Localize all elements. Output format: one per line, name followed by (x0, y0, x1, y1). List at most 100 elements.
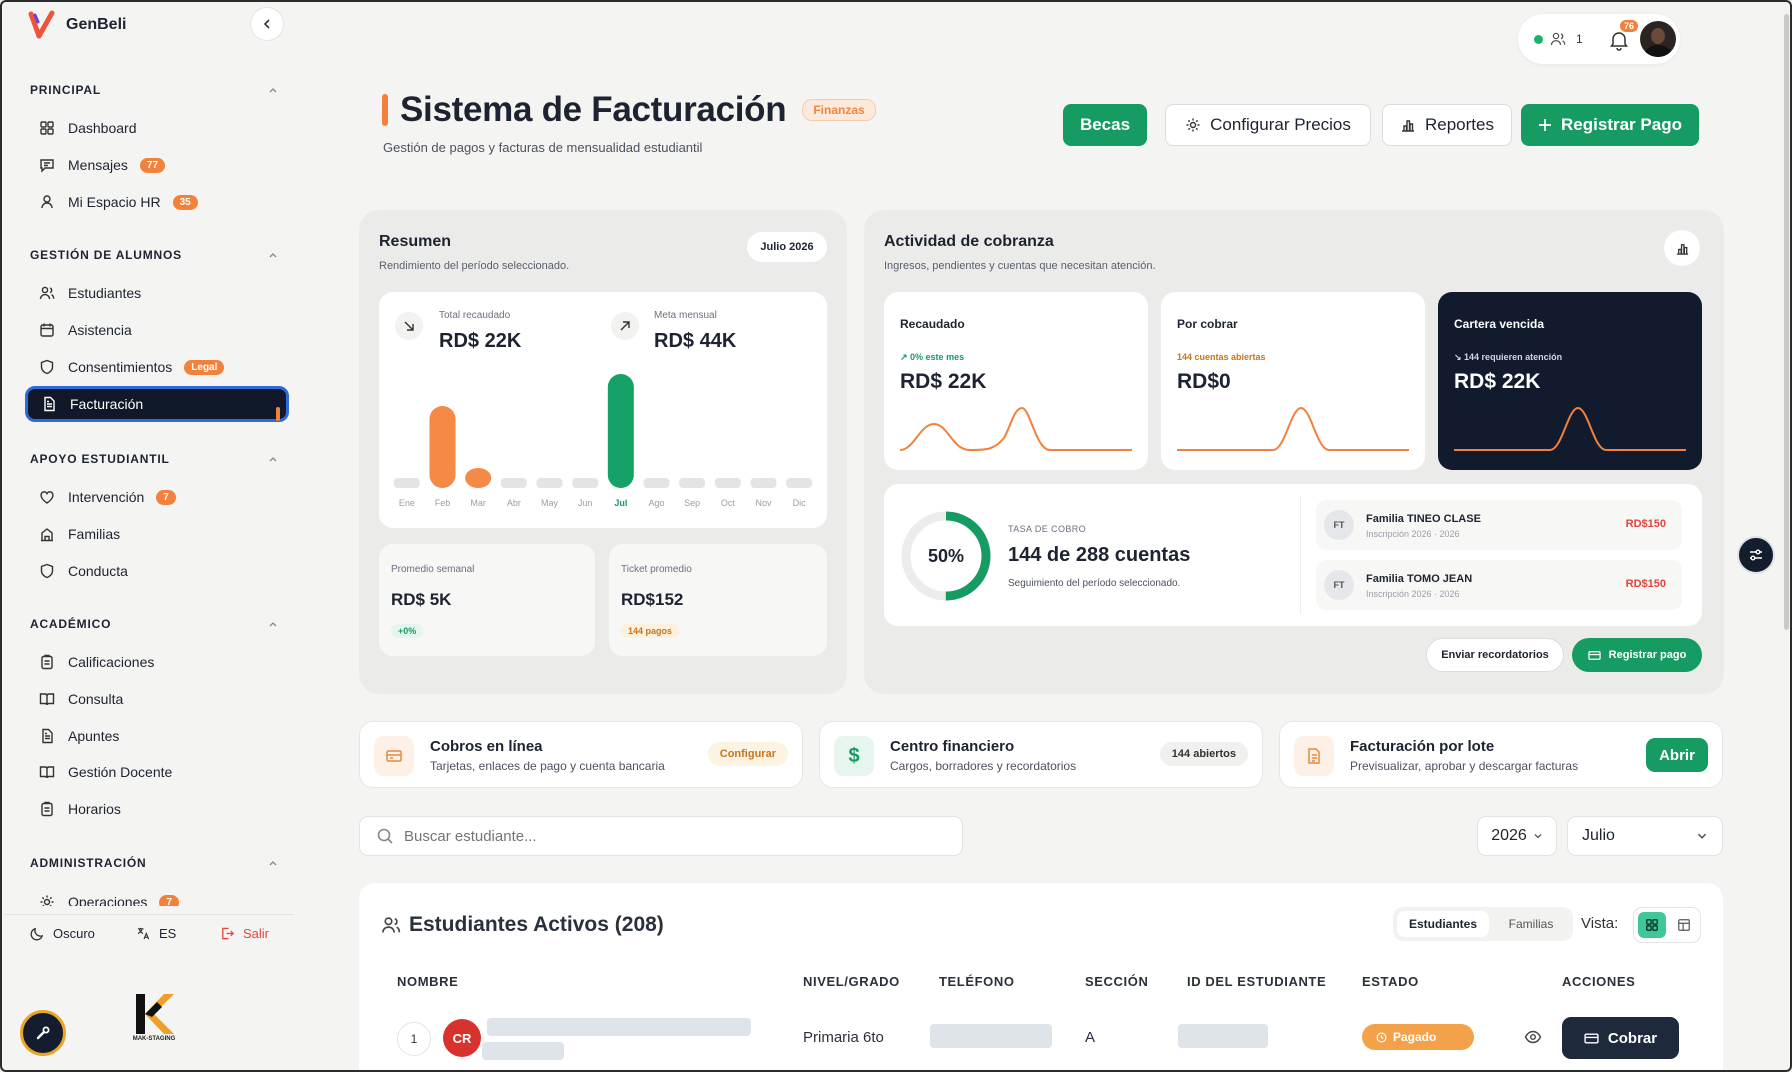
tab-estudiantes[interactable]: Estudiantes (1397, 911, 1489, 937)
cobrar-button[interactable]: Cobrar (1562, 1017, 1679, 1059)
enviar-recordatorios-button[interactable]: Enviar recordatorios (1426, 638, 1564, 672)
row-index: 1 (397, 1022, 431, 1056)
column-header-id[interactable]: ID DEL ESTUDIANTE (1187, 974, 1326, 989)
notifications-button[interactable]: 76 (1608, 20, 1639, 52)
chevron-up-icon (269, 88, 277, 93)
bar-jul[interactable] (607, 374, 634, 488)
avatar[interactable] (1640, 21, 1676, 57)
sidebar-item-gestion-docente[interactable]: Gestión Docente (30, 756, 280, 788)
bar-jun[interactable] (572, 478, 599, 488)
eye-icon (1524, 1030, 1542, 1044)
building-icon (38, 525, 56, 543)
section-principal[interactable]: PRINCIPAL (30, 80, 278, 100)
section-apoyo-estudiantil[interactable]: APOYO ESTUDIANTIL (30, 449, 278, 469)
grid-view-button[interactable] (1638, 912, 1666, 938)
sidebar-item-label: Mensajes (68, 157, 128, 173)
section-academico[interactable]: ACADÉMICO (30, 614, 278, 634)
message-icon (38, 156, 56, 174)
language-toggle[interactable]: ES (136, 926, 176, 941)
sidebar-item-conducta[interactable]: Conducta (30, 555, 280, 587)
count-badge: 77 (139, 157, 166, 173)
bar-nov[interactable] (750, 478, 777, 488)
online-dot (1534, 35, 1543, 44)
dev-tools-button[interactable] (20, 1010, 66, 1056)
table-view-button[interactable] (1670, 912, 1698, 938)
floating-filter-button[interactable] (1737, 536, 1775, 574)
bar-ago[interactable] (643, 478, 670, 488)
sidebar-item-estudiantes[interactable]: Estudiantes (30, 277, 280, 309)
configurar-button[interactable]: Configurar (707, 742, 788, 766)
sidebar-item-horarios[interactable]: Horarios (30, 793, 280, 825)
bar-sep[interactable] (679, 478, 706, 488)
sidebar-item-consulta[interactable]: Consulta (30, 683, 280, 715)
abrir-button[interactable]: Abrir (1646, 738, 1708, 772)
sliders-icon (1750, 549, 1762, 561)
calendar-icon (38, 321, 56, 339)
grid-icon (1646, 919, 1658, 931)
plus-icon (1539, 119, 1552, 131)
section-gestion-alumnos[interactable]: GESTIÓN DE ALUMNOS (30, 245, 278, 265)
family-row[interactable]: FT Familia TOMO JEAN Inscripción 2026 · … (1316, 560, 1682, 610)
bar-ene[interactable] (393, 478, 420, 488)
configurar-precios-button[interactable]: Configurar Precios (1165, 104, 1371, 146)
search-input[interactable] (404, 827, 924, 845)
reportes-button[interactable]: Reportes (1382, 104, 1512, 146)
sidebar-item-asistencia[interactable]: Asistencia (30, 314, 280, 346)
column-header-acciones[interactable]: ACCIONES (1562, 974, 1635, 989)
column-header-nivel[interactable]: NIVEL/GRADO (803, 974, 900, 989)
sidebar-item-calificaciones[interactable]: Calificaciones (30, 646, 280, 678)
column-header-seccion[interactable]: SECCIÓN (1085, 974, 1148, 989)
family-row[interactable]: FT Familia TINEO CLASE Inscripción 2026 … (1316, 500, 1682, 550)
kpi-value: RD$ 22K (1454, 370, 1541, 393)
family-name: Familia TOMO JEAN (1366, 573, 1473, 585)
sidebar-item-apuntes[interactable]: Apuntes (30, 720, 280, 752)
bar-feb[interactable] (429, 405, 456, 488)
bar-dic[interactable] (786, 478, 813, 488)
sidebar-item-mensajes[interactable]: Mensajes 77 (30, 149, 280, 181)
section-title: GESTIÓN DE ALUMNOS (30, 248, 182, 262)
month-select[interactable]: Julio (1567, 816, 1723, 856)
registrar-pago-button[interactable]: Registrar Pago (1521, 104, 1699, 146)
sidebar-item-facturacion[interactable]: Facturación (25, 386, 289, 422)
tab-familias[interactable]: Familias (1493, 911, 1569, 937)
brand-name: GenBeli (66, 16, 127, 33)
chart-view-button[interactable] (1664, 230, 1700, 266)
page-scrollbar[interactable] (1784, 14, 1789, 630)
student-id-redacted (1178, 1024, 1268, 1048)
bar-mar[interactable] (465, 468, 492, 488)
theme-label: Oscuro (53, 926, 95, 941)
facturacion-por-lote-card[interactable]: Facturación por lote Previsualizar, apro… (1279, 721, 1723, 788)
cobros-en-linea-card[interactable]: Cobros en línea Tarjetas, enlaces de pag… (359, 721, 803, 788)
column-header-telefono[interactable]: TELÉFONO (939, 974, 1015, 989)
sidebar-item-label: Consentimientos (68, 359, 173, 375)
becas-button[interactable]: Becas (1063, 104, 1147, 146)
arrow-down-right-icon (395, 312, 423, 340)
registrar-pago-small-button[interactable]: Registrar pago (1572, 638, 1702, 672)
sidebar-item-dashboard[interactable]: Dashboard (30, 112, 280, 144)
collapse-sidebar-button[interactable] (250, 7, 284, 41)
year-select[interactable]: 2026 (1477, 816, 1557, 856)
logout-button[interactable]: Salir (220, 926, 269, 941)
bar-abr[interactable] (500, 478, 527, 488)
theme-toggle[interactable]: Oscuro (30, 926, 95, 941)
brand[interactable]: GenBeli (28, 10, 126, 40)
studio-logo: MAK-STAGING (126, 992, 182, 1042)
column-header-nombre[interactable]: NOMBRE (397, 974, 458, 989)
period-selector[interactable]: Julio 2026 (747, 232, 827, 262)
search-field[interactable] (359, 816, 963, 856)
kpi-label: Por cobrar (1177, 317, 1238, 331)
sidebar-item-intervencion[interactable]: Intervención 7 (30, 481, 280, 513)
column-header-estado[interactable]: ESTADO (1362, 974, 1419, 989)
recaudado-chart-card: Total recaudado RD$ 22K Meta mensual RD$… (379, 292, 827, 528)
abiertos-badge[interactable]: 144 abiertos (1159, 742, 1248, 766)
sidebar-item-mi-espacio-hr[interactable]: Mi Espacio HR 35 (30, 186, 280, 218)
sidebar-item-operaciones[interactable]: Operaciones 7 (30, 886, 280, 906)
bar-may[interactable] (536, 478, 563, 488)
section-administracion[interactable]: ADMINISTRACIÓN (30, 853, 278, 873)
sidebar-item-familias[interactable]: Familias (30, 518, 280, 550)
view-student-button[interactable] (1524, 1028, 1542, 1046)
sidebar-item-consentimientos[interactable]: Consentimientos Legal (30, 351, 280, 383)
centro-financiero-card[interactable]: $ Centro financiero Cargos, borradores y… (819, 721, 1263, 788)
sparkline (1454, 406, 1686, 451)
bar-oct[interactable] (714, 478, 741, 488)
